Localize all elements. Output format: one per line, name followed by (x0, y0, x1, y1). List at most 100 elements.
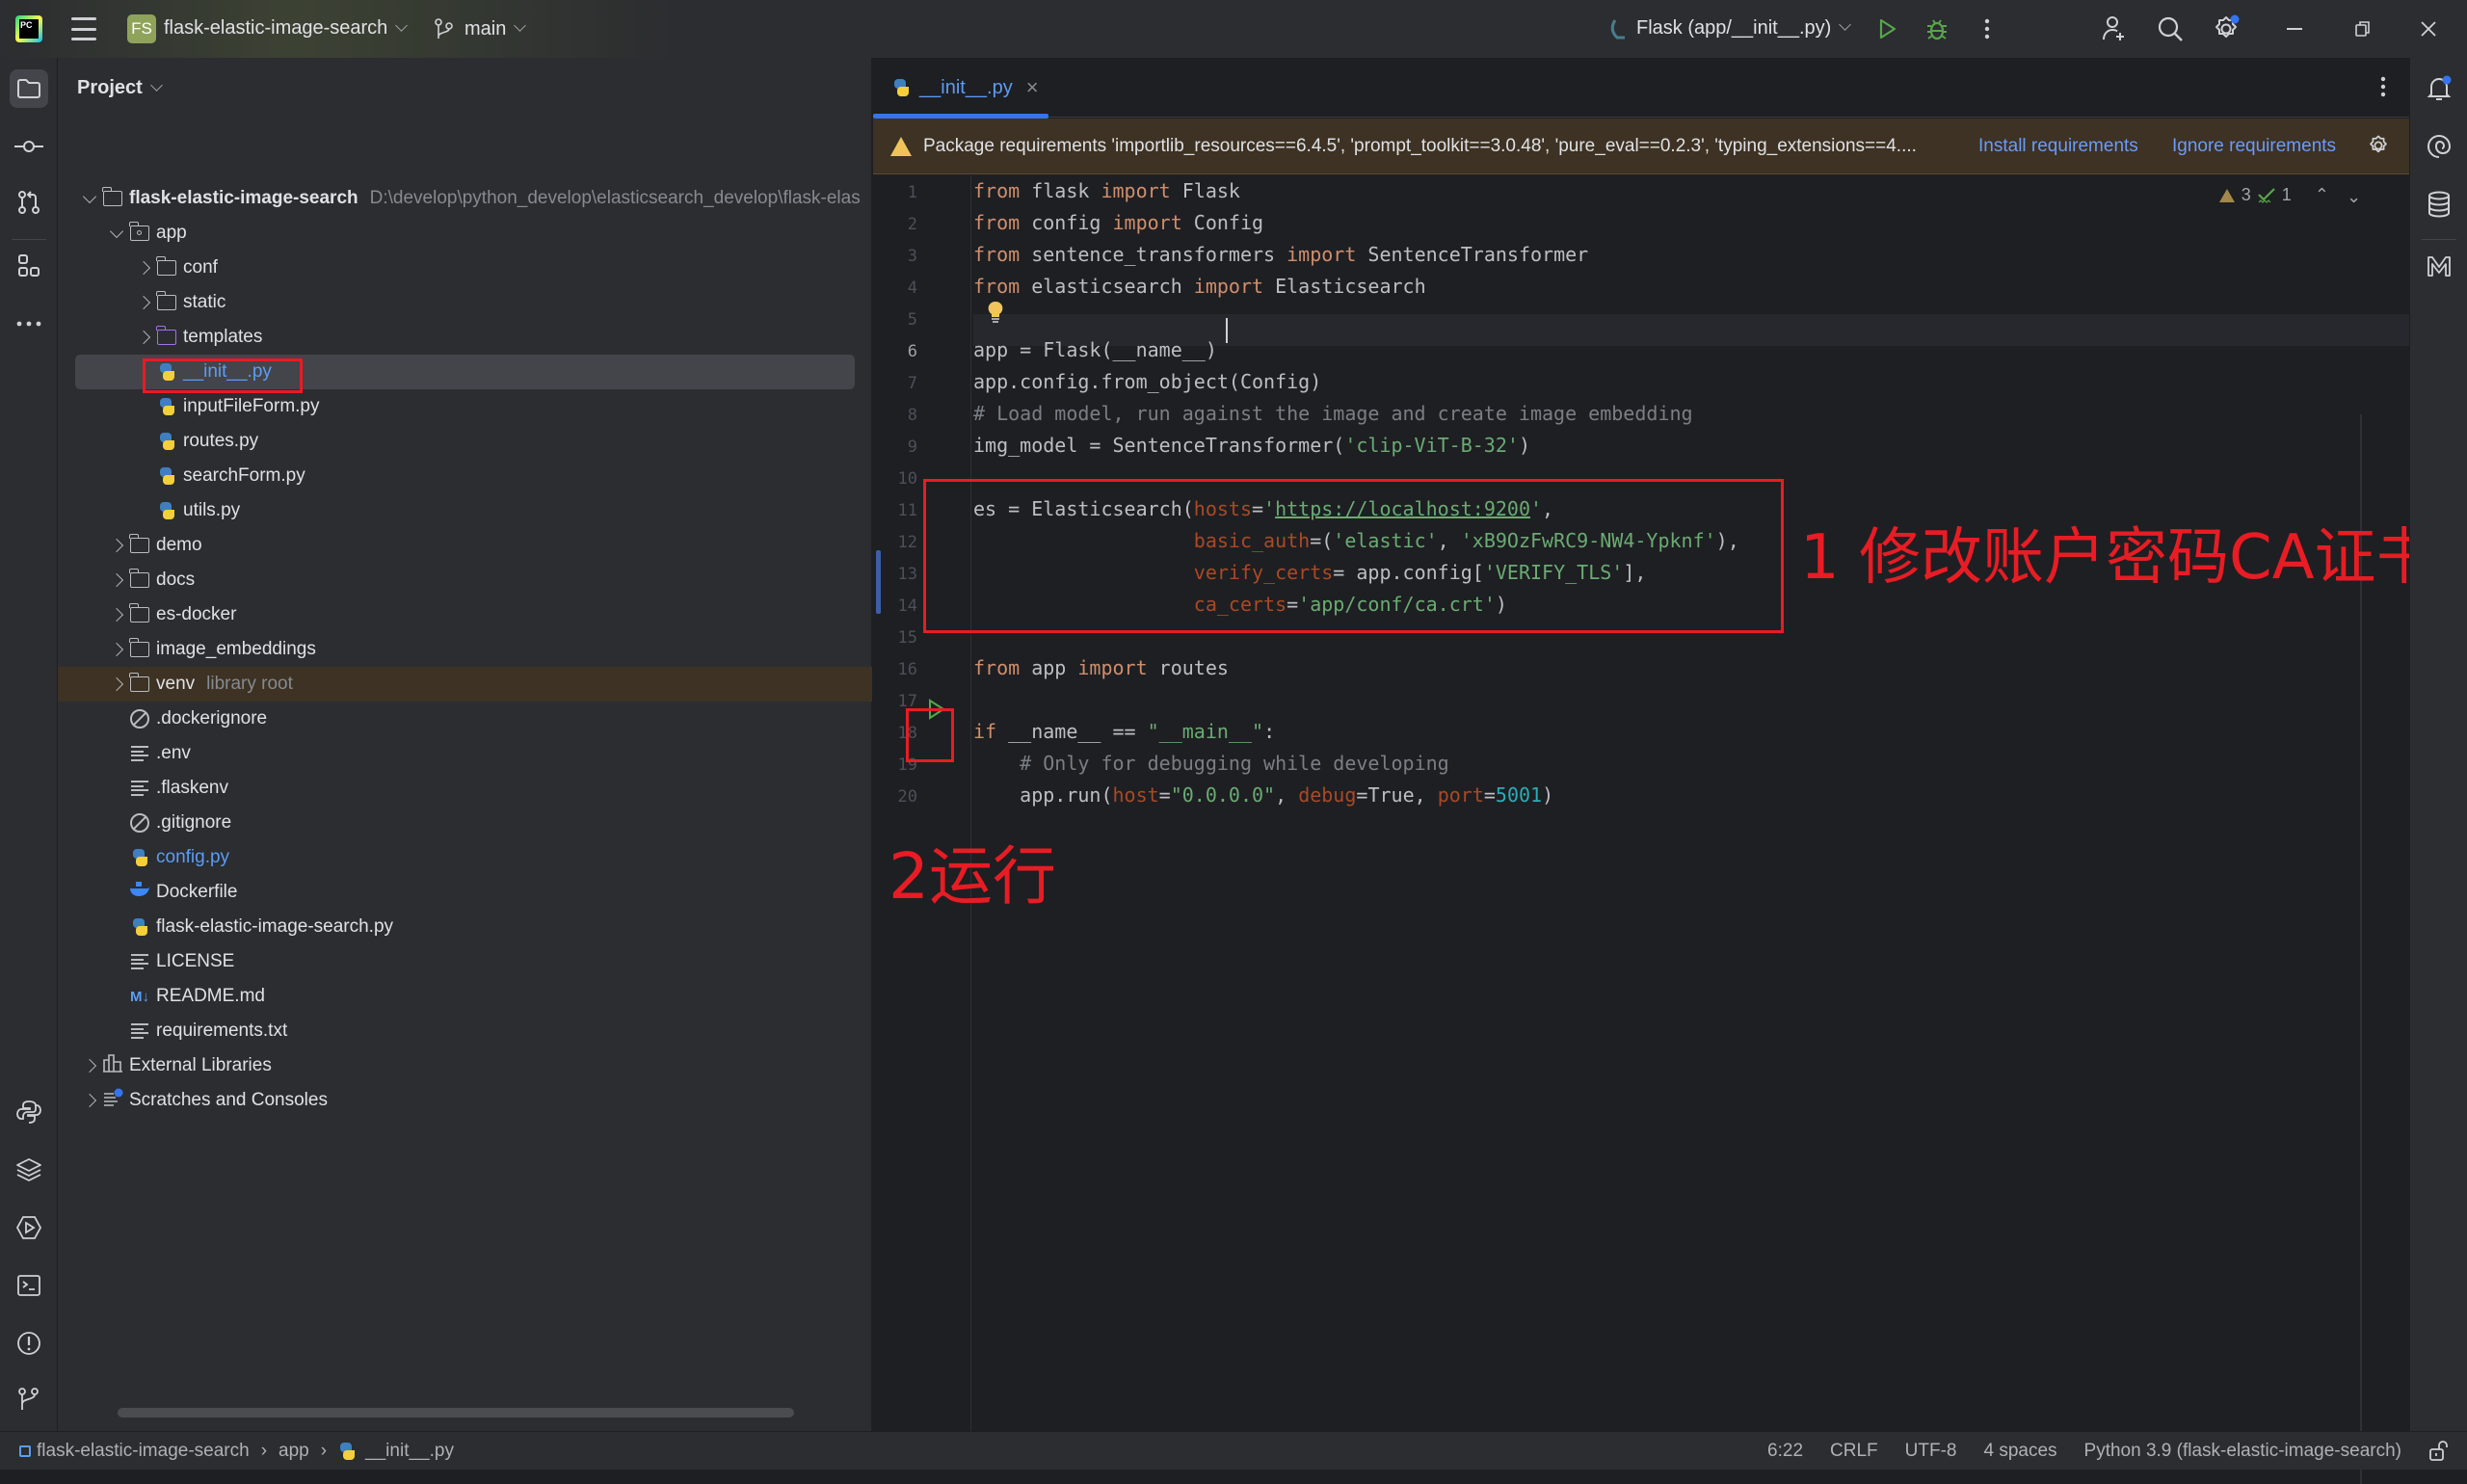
ignore-requirements-link[interactable]: Ignore requirements (2172, 136, 2336, 157)
tab-actions-more-icon[interactable] (2380, 75, 2386, 103)
tree-item[interactable]: External Libraries (58, 1048, 872, 1083)
code-line[interactable]: app = Flask(__name__) (973, 334, 1217, 366)
breadcrumb-app[interactable]: app (279, 1441, 309, 1462)
code-line[interactable]: app.config.from_object(Config) (973, 366, 1321, 398)
code-line[interactable]: verify_certs= app.config['VERIFY_TLS'], (973, 557, 1647, 589)
add-user-icon[interactable] (2099, 13, 2130, 44)
layers-icon[interactable] (10, 1151, 48, 1189)
line-number[interactable]: 8 (873, 406, 917, 425)
tree-item[interactable]: searchForm.py (58, 459, 872, 493)
tree-item[interactable]: config.py (58, 840, 872, 875)
indent-setting[interactable]: 4 spaces (1983, 1441, 2056, 1462)
chevron-right-icon[interactable] (109, 642, 124, 657)
tree-item[interactable]: inputFileForm.py (58, 389, 872, 424)
notifications-icon[interactable] (2420, 69, 2458, 108)
run-icon[interactable] (1871, 13, 1902, 44)
line-number[interactable]: 13 (873, 565, 917, 584)
line-ending[interactable]: CRLF (1830, 1441, 1878, 1462)
line-number[interactable]: 7 (873, 374, 917, 393)
chevron-right-icon[interactable] (109, 572, 124, 588)
project-badge[interactable]: FS (127, 14, 156, 43)
chevron-right-icon[interactable] (136, 330, 151, 345)
tree-item[interactable]: requirements.txt (58, 1014, 872, 1048)
line-number[interactable]: 6 (873, 342, 917, 361)
code-line[interactable]: es = Elasticsearch(hosts='https://localh… (973, 493, 1553, 525)
line-number[interactable]: 17 (873, 692, 917, 711)
tree-item[interactable]: LICENSE (58, 944, 872, 979)
line-number[interactable]: 10 (873, 469, 917, 489)
project-view-selector[interactable]: Project (77, 77, 163, 99)
chevron-right-icon[interactable] (136, 260, 151, 276)
line-number[interactable]: 15 (873, 628, 917, 648)
chevron-down-icon[interactable] (82, 189, 97, 203)
more-icon[interactable] (10, 305, 48, 343)
tree-item[interactable]: .gitignore (58, 806, 872, 840)
chevron-down-icon[interactable] (109, 224, 124, 238)
python-packages-icon[interactable] (10, 1093, 48, 1131)
tree-item[interactable]: es-docker (58, 597, 872, 632)
code-line[interactable]: if __name__ == "__main__": (973, 716, 1275, 748)
line-number[interactable]: 4 (873, 278, 917, 298)
tree-item[interactable]: routes.py (58, 424, 872, 459)
code-line[interactable]: # Only for debugging while developing (973, 748, 1449, 780)
line-number[interactable]: 9 (873, 437, 917, 457)
more-vert-icon[interactable] (1972, 13, 2003, 44)
intention-bulb-icon[interactable] (987, 301, 1004, 329)
database-icon[interactable] (2420, 185, 2458, 224)
tree-item[interactable]: conf (58, 251, 872, 285)
code-line[interactable]: img_model = SentenceTransformer('clip-Vi… (973, 430, 1530, 462)
chevron-right-icon[interactable] (109, 676, 124, 692)
structure-icon[interactable] (10, 247, 48, 285)
code-line[interactable]: from flask import Flask (973, 175, 1240, 207)
code-line[interactable]: basic_auth=('elastic', 'xB9OzFwRC9-NW4-Y… (973, 525, 1739, 557)
commit-icon[interactable] (10, 127, 48, 166)
tree-item[interactable]: flask-elastic-image-search.py (58, 910, 872, 944)
code-line[interactable]: from config import Config (973, 207, 1263, 239)
breadcrumb-project[interactable]: flask-elastic-image-search (37, 1441, 250, 1462)
chevron-right-icon[interactable] (82, 1093, 97, 1108)
line-number[interactable]: 14 (873, 596, 917, 616)
breadcrumb-file[interactable]: __init__.py (365, 1441, 454, 1462)
horizontal-scrollbar[interactable] (118, 1408, 794, 1418)
tree-item[interactable]: M↓ README.md (58, 979, 872, 1014)
branch-selector[interactable]: main (434, 17, 527, 40)
minimize-icon[interactable] (2280, 13, 2311, 44)
tree-item[interactable]: .flaskenv (58, 771, 872, 806)
line-number[interactable]: 16 (873, 660, 917, 679)
banner-settings-icon[interactable] (2367, 134, 2390, 163)
code-editor[interactable]: from flask import Flask from config impor… (973, 175, 2467, 1431)
debug-icon[interactable] (1922, 13, 1952, 44)
tree-item[interactable]: templates (58, 320, 872, 355)
services-icon[interactable] (10, 1208, 48, 1247)
python-interpreter[interactable]: Python 3.9 (flask-elastic-image-search) (2084, 1441, 2401, 1462)
tree-item[interactable]: Dockerfile (58, 875, 872, 910)
tree-item[interactable]: app (58, 216, 872, 251)
install-requirements-link[interactable]: Install requirements (1978, 136, 2138, 157)
close-icon[interactable] (2413, 13, 2444, 44)
search-icon[interactable] (2155, 13, 2186, 44)
code-line[interactable]: from app import routes (973, 652, 1229, 684)
settings-icon[interactable] (2211, 13, 2242, 44)
line-number[interactable]: 11 (873, 501, 917, 520)
git-icon[interactable] (10, 1380, 48, 1418)
code-line[interactable]: from sentence_transformers import Senten… (973, 239, 1588, 271)
tree-item[interactable]: docs (58, 563, 872, 597)
code-line[interactable]: ca_certs='app/conf/ca.crt') (973, 589, 1507, 621)
tree-item[interactable]: demo (58, 528, 872, 563)
tree-root[interactable]: flask-elastic-image-search D:\develop\py… (58, 181, 872, 216)
ai-assistant-icon[interactable] (2420, 127, 2458, 166)
line-number[interactable]: 2 (873, 215, 917, 234)
read-only-lock-icon[interactable] (2428, 1440, 2448, 1462)
chevron-right-icon[interactable] (109, 538, 124, 553)
tab-init-py[interactable]: __init__.py × (873, 58, 1048, 119)
terminal-icon[interactable] (10, 1266, 48, 1305)
pull-requests-icon[interactable] (10, 183, 48, 222)
line-number[interactable]: 19 (873, 755, 917, 775)
tree-item[interactable]: static (58, 285, 872, 320)
code-line[interactable]: from elasticsearch import Elasticsearch (973, 271, 1426, 303)
problems-icon[interactable] (10, 1324, 48, 1363)
restore-icon[interactable] (2348, 13, 2378, 44)
project-selector[interactable]: flask-elastic-image-search (164, 17, 409, 40)
line-number[interactable]: 5 (873, 310, 917, 330)
line-number[interactable]: 3 (873, 247, 917, 266)
